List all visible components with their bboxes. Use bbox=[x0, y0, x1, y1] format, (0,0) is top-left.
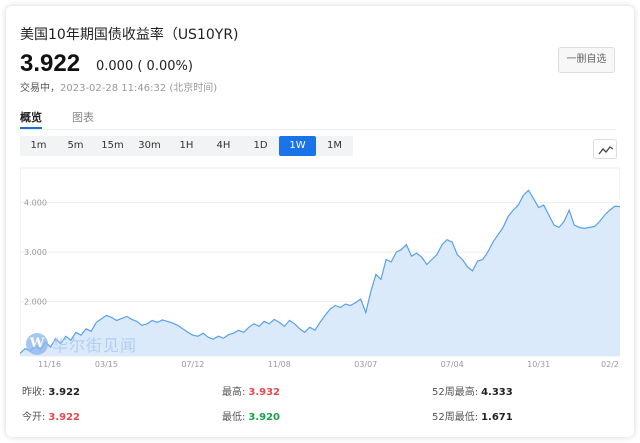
status-timestamp: 2023-02-28 11:46:32 (北京时间) bbox=[60, 83, 218, 94]
y-tick-label: 4.000 bbox=[24, 199, 47, 208]
stat-52w-high: 52周最高: 4.333 bbox=[432, 387, 513, 398]
period-1w[interactable]: 1W bbox=[279, 136, 316, 156]
line-chart-icon bbox=[598, 146, 614, 155]
x-tick-label: 11/08 bbox=[268, 360, 291, 369]
price-change: 0.000 ( 0.00%) bbox=[96, 59, 193, 74]
quote-card: 美国10年期国债收益率（US10YR) 3.922 0.000 ( 0.00%)… bbox=[6, 6, 634, 437]
x-tick-label: 02/2 bbox=[601, 360, 619, 369]
stat-prev-close: 昨收: 3.922 bbox=[22, 387, 81, 398]
period-4h[interactable]: 4H bbox=[205, 136, 242, 156]
stat-high: 最高: 3.932 bbox=[222, 387, 281, 398]
trading-state: 交易中， bbox=[20, 83, 60, 94]
remove-watchlist-button[interactable]: 一删自选 bbox=[558, 47, 615, 73]
instrument-title: 美国10年期国债收益率（US10YR) bbox=[20, 27, 239, 43]
stat-low: 最低: 3.920 bbox=[222, 412, 281, 423]
stat-value: 3.922 bbox=[48, 412, 81, 423]
period-30m[interactable]: 30m bbox=[131, 136, 168, 156]
last-price: 3.922 bbox=[20, 50, 81, 77]
period-1h[interactable]: 1H bbox=[168, 136, 205, 156]
tab-overview[interactable]: 概览 bbox=[20, 109, 42, 129]
watermark-text: 华尔街见闻 bbox=[52, 336, 138, 355]
period-1d[interactable]: 1D bbox=[242, 136, 279, 156]
x-tick-label: 07/12 bbox=[181, 360, 204, 369]
x-tick-label: 10/31 bbox=[527, 360, 550, 369]
stat-value: 3.932 bbox=[248, 387, 281, 398]
period-5m[interactable]: 5m bbox=[57, 136, 94, 156]
x-tick-label: 07/04 bbox=[441, 360, 464, 369]
y-tick-label: 3.000 bbox=[24, 248, 47, 257]
stat-open: 今开: 3.922 bbox=[22, 412, 81, 423]
period-1m[interactable]: 1m bbox=[20, 136, 57, 156]
x-tick-label: 03/07 bbox=[354, 360, 377, 369]
trading-status: 交易中，2023-02-28 11:46:32 (北京时间) bbox=[20, 79, 217, 94]
stat-value: 1.671 bbox=[481, 412, 513, 423]
stat-value: 3.920 bbox=[248, 412, 281, 423]
tab-divider bbox=[20, 129, 616, 130]
tab-chart[interactable]: 图表 bbox=[72, 109, 94, 125]
period-15m[interactable]: 15m bbox=[94, 136, 131, 156]
period-1mo[interactable]: 1M bbox=[316, 136, 353, 156]
stat-52w-low: 52周最低: 1.671 bbox=[432, 412, 513, 423]
watermark: W 华尔街见闻 bbox=[26, 332, 137, 356]
period-selector: 1m 5m 15m 30m 1H 4H 1D 1W 1M bbox=[20, 136, 353, 156]
stat-value: 4.333 bbox=[481, 387, 513, 398]
chart-type-button[interactable] bbox=[593, 139, 617, 159]
y-tick-label: 2.000 bbox=[24, 298, 47, 307]
x-tick-label: 11/16 bbox=[38, 360, 61, 369]
watermark-logo-icon: W bbox=[26, 333, 48, 355]
x-tick-label: 03/15 bbox=[95, 360, 118, 369]
stats-panel: 昨收: 3.922 最高: 3.932 52周最高: 4.333 今开: 3.922 最… bbox=[20, 377, 616, 437]
stat-value: 3.922 bbox=[48, 387, 81, 398]
